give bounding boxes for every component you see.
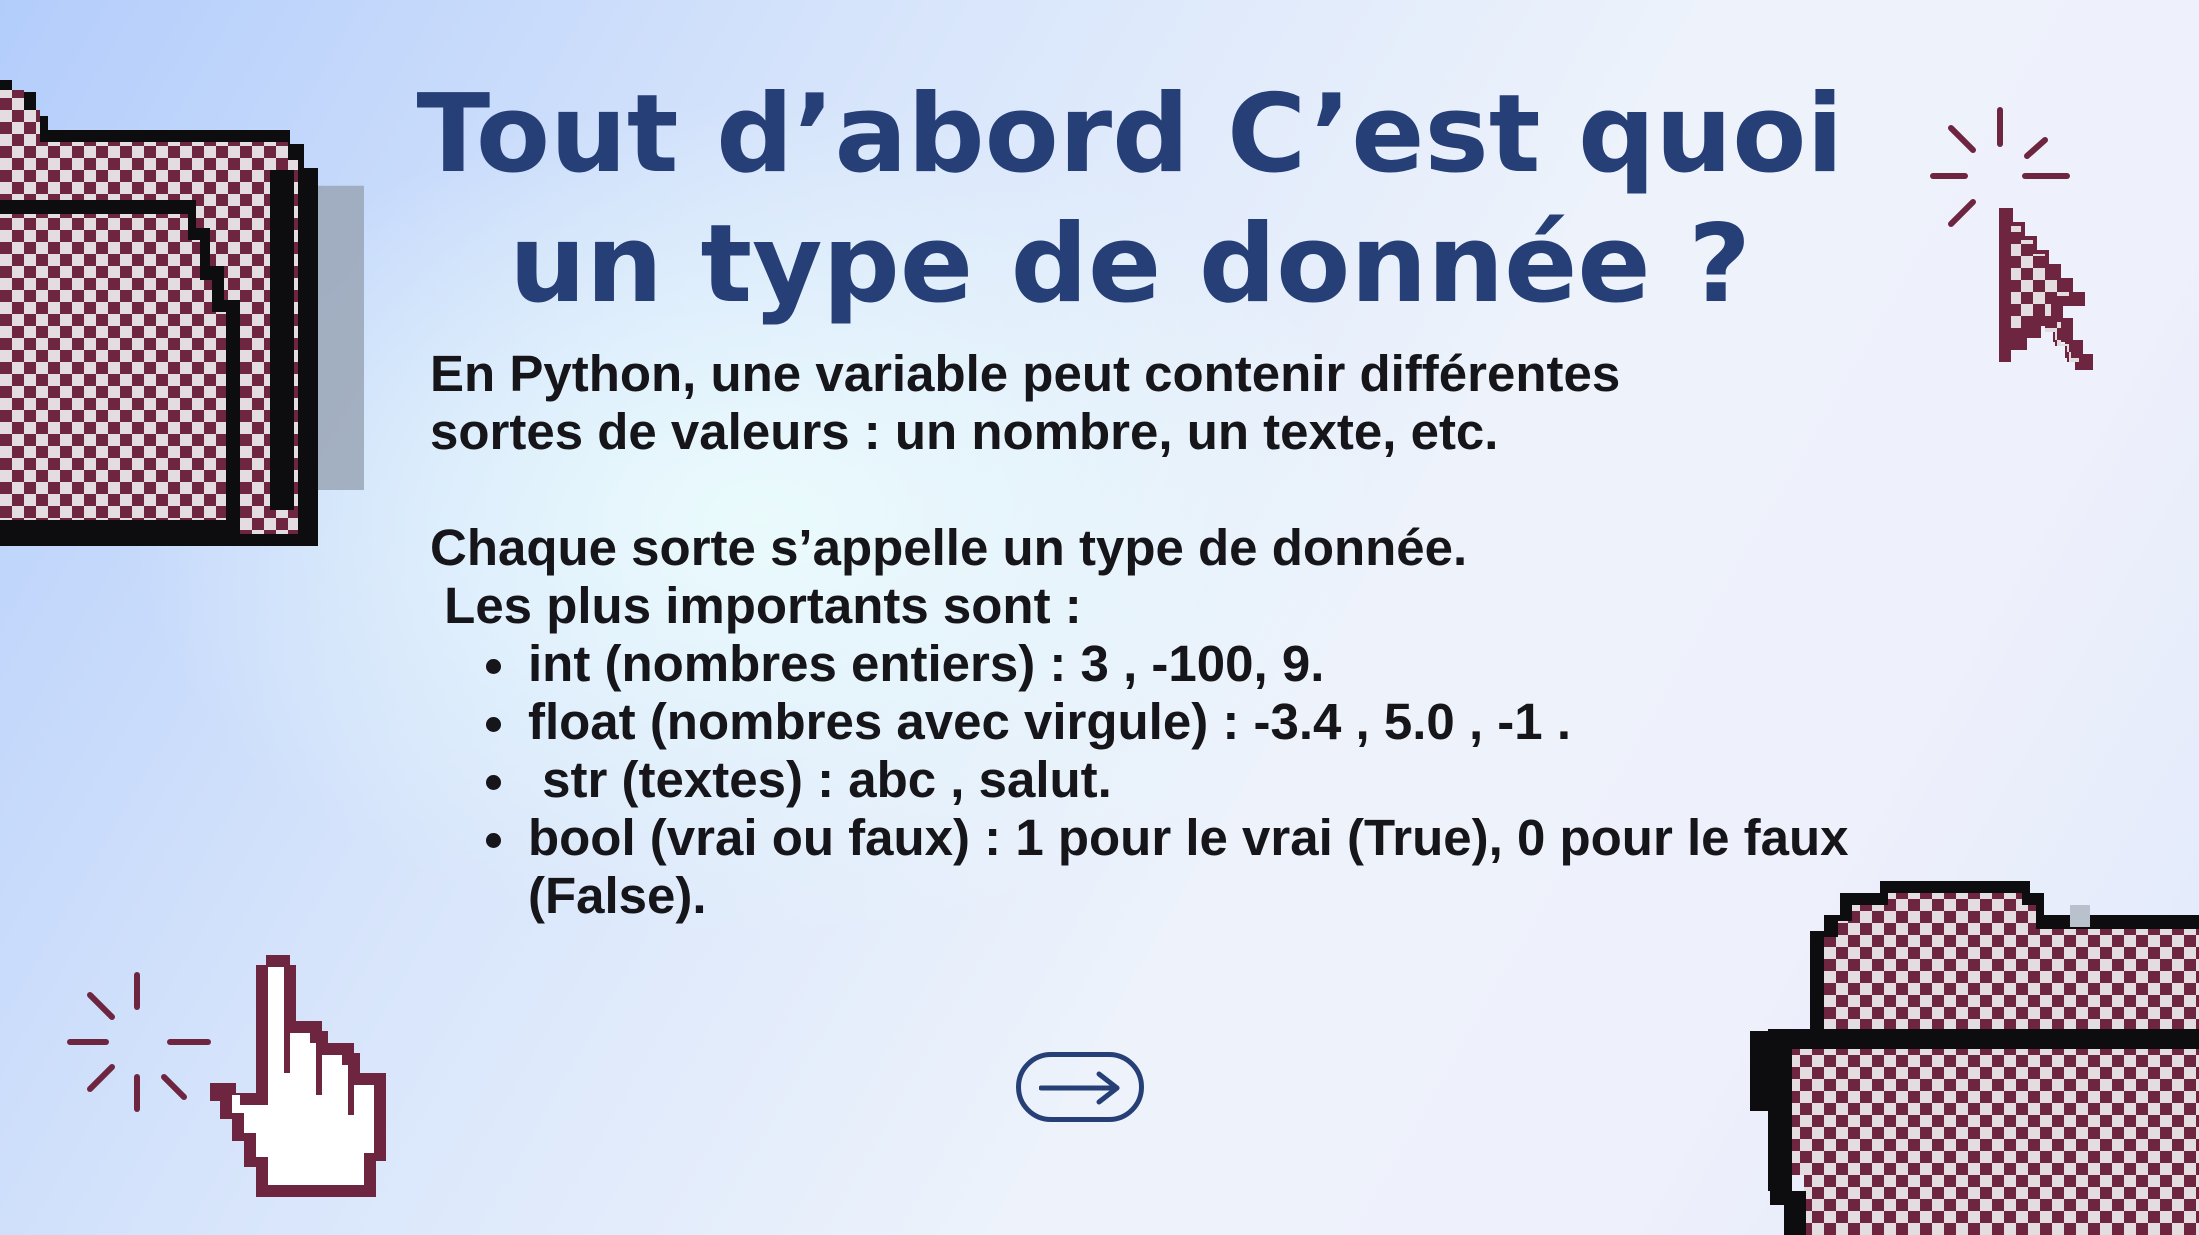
page-title: Tout d’abord C’est quoi un type de donné…: [380, 70, 1880, 330]
list-item-str: str (textes) : abc , salut.: [486, 751, 1850, 809]
list-item-bool: bool (vrai ou faux) : 1 pour le vrai (Tr…: [486, 809, 1849, 924]
next-button[interactable]: [1016, 1052, 1144, 1122]
arrow-right-icon: [1039, 1071, 1120, 1105]
type-list: int (nombres entiers) : 3 , -100, 9. flo…: [430, 635, 1850, 925]
list-item-int: int (nombres entiers) : 3 , -100, 9.: [486, 635, 1850, 693]
types-line-2: Les plus importants sont :: [430, 577, 1082, 634]
intro-line-2: sortes de valeurs : un nombre, un texte,…: [430, 403, 1499, 460]
types-line-1: Chaque sorte s’appelle un type de donnée…: [430, 519, 1468, 576]
title-line-1: Tout d’abord C’est quoi: [416, 72, 1844, 197]
pixel-folder-icon: [0, 80, 364, 546]
intro-line-1: En Python, une variable peut contenir di…: [430, 345, 1621, 402]
slide-body: En Python, une variable peut contenir di…: [430, 345, 1850, 925]
pixel-folder-icon: [1750, 881, 2199, 1235]
pixel-cursor-icon: [1930, 107, 2093, 370]
pixel-hand-pointer-icon: [67, 955, 386, 1197]
list-item-float: float (nombres avec virgule) : -3.4 , 5.…: [486, 693, 1850, 751]
title-line-2: un type de donnée ?: [509, 202, 1751, 327]
